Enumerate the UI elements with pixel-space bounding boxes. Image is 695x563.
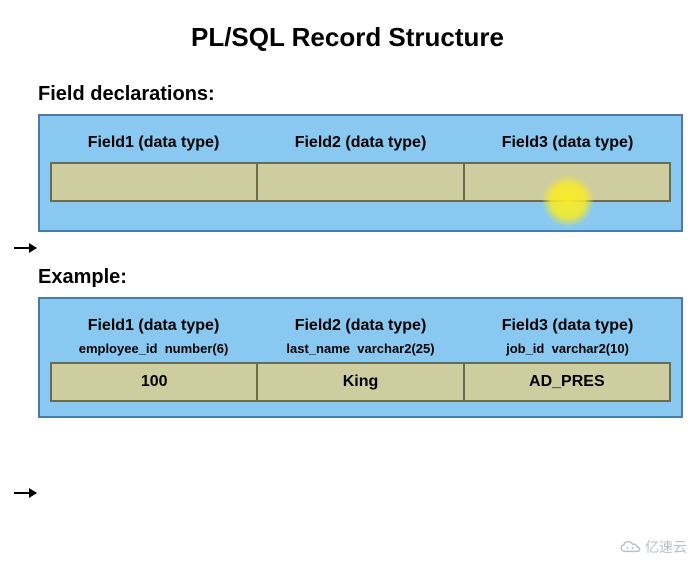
- field-header: Field2 (data type): [257, 311, 464, 339]
- field-dtype: varchar2(25): [357, 341, 434, 356]
- example-box: Field1 (data type) Field2 (data type) Fi…: [38, 297, 683, 418]
- watermark-text: 亿速云: [645, 537, 687, 557]
- empty-cell: [258, 164, 464, 200]
- field-header: Field1 (data type): [50, 128, 257, 156]
- field-header: Field3 (data type): [464, 311, 671, 339]
- subtype-cell: employee_id number(6): [50, 339, 257, 362]
- empty-cell: [465, 164, 669, 200]
- field-header: Field3 (data type): [464, 128, 671, 156]
- field-dtype: number(6): [165, 341, 229, 356]
- value-cell: King: [258, 364, 464, 400]
- declarations-box: Field1 (data type) Field2 (data type) Fi…: [38, 114, 683, 232]
- field-name: job_id: [506, 341, 544, 356]
- declarations-headers: Field1 (data type) Field2 (data type) Fi…: [50, 128, 671, 156]
- page-title: PL/SQL Record Structure: [0, 22, 695, 53]
- field-dtype: varchar2(10): [552, 341, 629, 356]
- value-cell: AD_PRES: [465, 364, 669, 400]
- value-cell: 100: [52, 364, 258, 400]
- example-label: Example:: [38, 266, 695, 289]
- field-header: Field2 (data type): [257, 128, 464, 156]
- cloud-icon: [619, 540, 641, 554]
- example-headers: Field1 (data type) Field2 (data type) Fi…: [50, 311, 671, 339]
- example-subtypes: employee_id number(6) last_name varchar2…: [50, 339, 671, 362]
- declarations-label: Field declarations:: [38, 83, 695, 106]
- arrow-icon: [14, 247, 36, 249]
- subtype-cell: job_id varchar2(10): [464, 339, 671, 362]
- example-row: 100 King AD_PRES: [50, 362, 671, 402]
- subtype-cell: last_name varchar2(25): [257, 339, 464, 362]
- field-name: employee_id: [79, 341, 158, 356]
- watermark: 亿速云: [619, 537, 687, 557]
- empty-cell: [52, 164, 258, 200]
- field-header: Field1 (data type): [50, 311, 257, 339]
- field-name: last_name: [286, 341, 350, 356]
- arrow-icon: [14, 492, 36, 494]
- declarations-row: [50, 162, 671, 202]
